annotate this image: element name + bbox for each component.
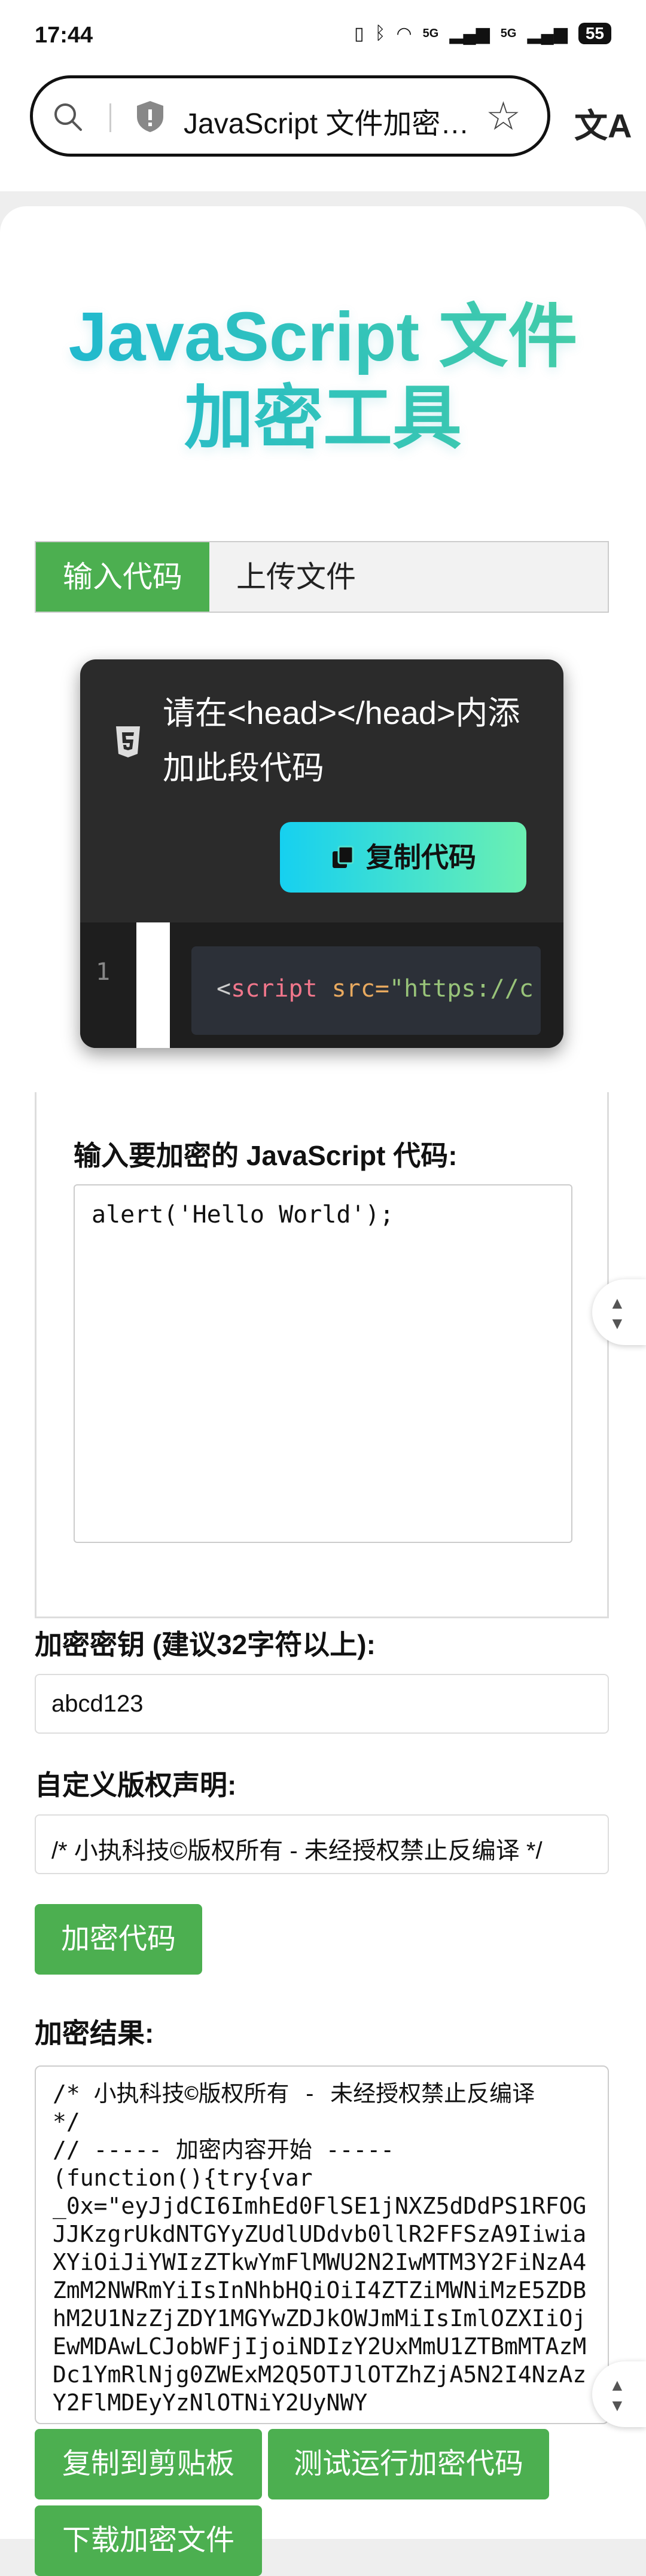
status-icons: ▯ ᛒ ◠ 5G ▂▄▆ 5G ▂▄▆ 55: [354, 23, 611, 44]
signal-label-2: 5G: [500, 26, 517, 40]
battery-indicator: 55: [578, 23, 611, 44]
snippet-message: 请在<head></head>内添加此段代码: [163, 695, 520, 786]
code-token-tag: script: [231, 975, 318, 1003]
code-token-string: "https://c: [389, 975, 534, 1003]
bluetooth-icon: ᛒ: [374, 23, 386, 43]
code-gutter: [136, 922, 170, 1048]
address-separator: [109, 103, 111, 132]
signal-icon-2: ▂▄▆: [527, 23, 568, 44]
copy-code-button[interactable]: 复制代码: [280, 822, 526, 893]
code-token-attr: src=: [317, 975, 390, 1003]
result-box[interactable]: /* 小执科技©版权所有 - 未经授权禁止反编译 */ // ----- 加密内…: [35, 2065, 609, 2424]
code-snippet-box[interactable]: 1 <script src="https://c: [80, 922, 563, 1048]
snippet-popup: 请在<head></head>内添加此段代码 复制代码 1 <script sr…: [80, 659, 563, 1048]
page-title-line2: 加密工具: [184, 379, 462, 457]
code-line: <script src="https://c: [217, 975, 534, 1003]
line-number: 1: [96, 958, 111, 986]
code-snippet[interactable]: <script src="https://c: [191, 946, 541, 1035]
copy-code-label: 复制代码: [366, 842, 476, 873]
code-textarea-value: alert('Hello World');: [92, 1201, 394, 1229]
copy-clipboard-button[interactable]: 复制到剪贴板: [35, 2429, 262, 2499]
code-input-panel: 输入要加密的 JavaScript 代码: alert('Hello World…: [35, 1092, 609, 1618]
main-card: JavaScript 文件 加密工具 输入代码 上传文件 请在<head></h…: [0, 206, 646, 2576]
status-bar: 17:44 ▯ ᛒ ◠ 5G ▂▄▆ 5G ▂▄▆ 55: [0, 0, 646, 66]
mode-tabs: 输入代码 上传文件: [35, 541, 609, 613]
vibrate-icon: ▯: [354, 23, 364, 44]
url-text[interactable]: JavaScript 文件加密…: [184, 100, 469, 142]
key-input[interactable]: abcd123: [35, 1674, 609, 1734]
translate-icon[interactable]: 文A: [574, 99, 632, 148]
tab-upload-file[interactable]: 上传文件: [209, 542, 383, 612]
test-run-button[interactable]: 测试运行加密代码: [268, 2429, 549, 2499]
address-bar[interactable]: JavaScript 文件加密… ☆: [30, 75, 550, 157]
encrypt-button[interactable]: 加密代码: [35, 1904, 202, 1975]
code-token-punct: <: [217, 975, 231, 1003]
status-time: 17:44: [35, 23, 93, 48]
code-input-label: 输入要加密的 JavaScript 代码:: [74, 1140, 458, 1171]
copyright-label: 自定义版权声明:: [35, 1770, 237, 1801]
signal-label-1: 5G: [422, 26, 439, 40]
code-textarea[interactable]: alert('Hello World');: [74, 1184, 572, 1543]
signal-icon: ▂▄▆: [449, 23, 490, 44]
search-icon[interactable]: [52, 101, 83, 132]
html5-icon: [116, 726, 140, 757]
page-title-line1: JavaScript 文件: [68, 298, 578, 375]
key-label: 加密密钥 (建议32字符以上):: [35, 1629, 376, 1660]
star-icon[interactable]: ☆: [486, 96, 521, 136]
tab-input-code[interactable]: 输入代码: [36, 542, 209, 612]
copyright-input-value: /* 小执科技©版权所有 - 未经授权禁止反编译 */: [51, 1838, 543, 1864]
copyright-input[interactable]: /* 小执科技©版权所有 - 未经授权禁止反编译 */: [35, 1814, 609, 1874]
result-label: 加密结果:: [35, 2018, 154, 2049]
download-button[interactable]: 下载加密文件: [35, 2505, 262, 2576]
copy-icon: [333, 845, 354, 868]
key-input-value: abcd123: [51, 1691, 144, 1717]
wifi-icon: ◠: [396, 23, 412, 44]
result-text: /* 小执科技©版权所有 - 未经授权禁止反编译 */ // ----- 加密内…: [53, 2080, 587, 2416]
shield-icon[interactable]: [132, 99, 168, 135]
browser-toolbar: JavaScript 文件加密… ☆ 文A: [0, 66, 646, 191]
page-title: JavaScript 文件 加密工具: [0, 296, 646, 459]
